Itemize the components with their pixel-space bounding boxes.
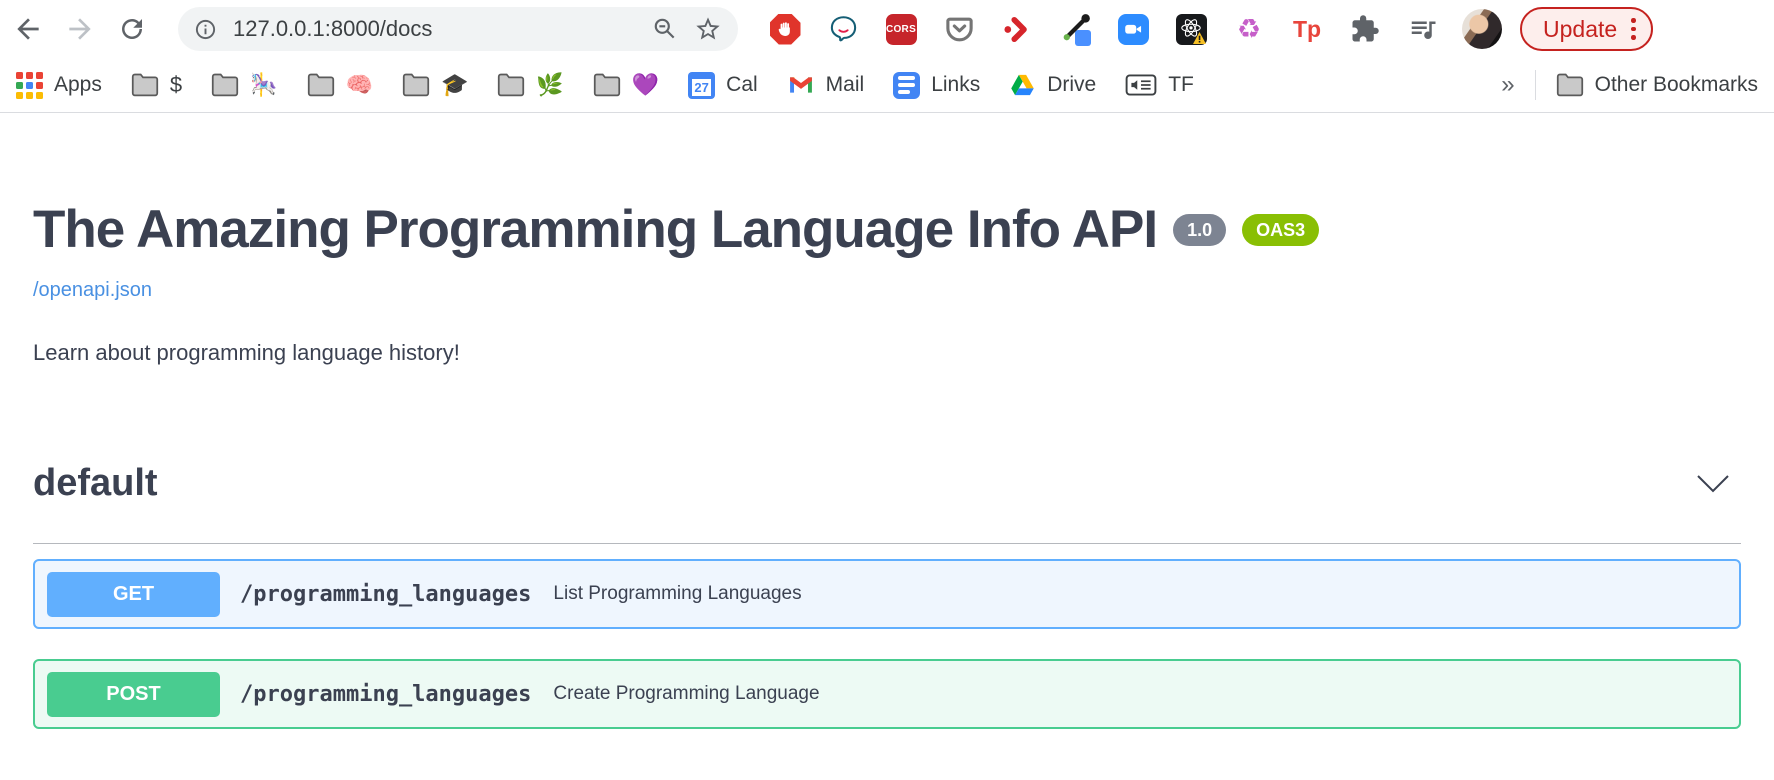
bookmark-label: Apps xyxy=(54,73,102,97)
links-list-icon xyxy=(893,72,920,99)
bookmark-label: $ xyxy=(170,74,182,96)
extensions-puzzle-icon[interactable] xyxy=(1348,12,1382,46)
openapi-json-link[interactable]: /openapi.json xyxy=(33,279,152,302)
get-method-badge: GET xyxy=(47,572,220,617)
apps-grid-icon xyxy=(16,72,43,99)
update-button[interactable]: Update xyxy=(1520,7,1653,51)
pocket-extension-icon[interactable] xyxy=(942,12,976,46)
oas3-badge: OAS3 xyxy=(1242,214,1319,246)
cors-extension-icon[interactable]: CORS xyxy=(884,12,918,46)
stop-hand-extension-icon[interactable] xyxy=(768,12,802,46)
api-description: Learn about programming language history… xyxy=(33,340,1741,366)
api-title-row: The Amazing Programming Language Info AP… xyxy=(33,201,1741,259)
bookmark-apps[interactable]: Apps xyxy=(16,72,102,99)
zoom-out-icon[interactable] xyxy=(652,16,678,42)
operation-summary: Create Programming Language xyxy=(553,683,819,705)
bookmark-drive[interactable]: Drive xyxy=(1009,73,1096,98)
tag-section-header[interactable]: default xyxy=(33,462,1741,544)
google-drive-icon xyxy=(1009,73,1036,98)
bookmark-folder-herb[interactable]: 🌿 xyxy=(497,73,563,97)
bookmark-label: 🧠 xyxy=(346,74,373,96)
bookmark-mail[interactable]: Mail xyxy=(787,73,865,97)
reload-icon xyxy=(117,14,147,44)
bookmark-label: Other Bookmarks xyxy=(1595,73,1758,97)
bookmark-label: 💜 xyxy=(632,74,659,96)
gmail-icon xyxy=(787,73,815,97)
api-title: The Amazing Programming Language Info AP… xyxy=(33,201,1157,259)
update-label: Update xyxy=(1543,16,1617,43)
extensions-row: CORS ♻ Tp xyxy=(768,12,1440,46)
url-text[interactable]: 127.0.0.1:8000/docs xyxy=(233,16,636,42)
tag-section: default GET /programming_languages List … xyxy=(33,462,1741,729)
bookmarks-overflow-chevron[interactable]: » xyxy=(1501,71,1514,99)
bookmark-links[interactable]: Links xyxy=(893,72,980,99)
folder-icon xyxy=(1556,73,1584,97)
react-devtools-extension-icon[interactable] xyxy=(1174,12,1208,46)
chat-bubble-extension-icon[interactable] xyxy=(826,12,860,46)
bookmark-label: 🎓 xyxy=(441,74,468,96)
address-bar[interactable]: 127.0.0.1:8000/docs xyxy=(178,7,738,51)
operation-summary: List Programming Languages xyxy=(553,583,801,605)
swagger-docs-page: The Amazing Programming Language Info AP… xyxy=(0,201,1774,729)
bookmark-folder-dollar[interactable]: $ xyxy=(131,73,182,97)
folder-icon xyxy=(307,73,335,97)
zoom-extension-icon[interactable] xyxy=(1116,12,1150,46)
browser-toolbar: 127.0.0.1:8000/docs CORS xyxy=(0,0,1774,58)
folder-icon xyxy=(211,73,239,97)
operation-get-row[interactable]: GET /programming_languages List Programm… xyxy=(33,559,1741,629)
bookmark-label: Drive xyxy=(1047,73,1096,97)
tag-name: default xyxy=(33,462,158,505)
tp-extension-icon[interactable]: Tp xyxy=(1290,12,1324,46)
bookmark-folder-brain[interactable]: 🧠 xyxy=(307,73,373,97)
forward-button[interactable] xyxy=(62,11,98,47)
forward-arrow-icon xyxy=(64,13,96,45)
bookmark-label: Mail xyxy=(826,73,865,97)
post-method-badge: POST xyxy=(47,672,220,717)
other-bookmarks[interactable]: Other Bookmarks xyxy=(1556,73,1758,97)
recycle-extension-icon[interactable]: ♻ xyxy=(1232,12,1266,46)
folder-icon xyxy=(593,73,621,97)
tf-card-icon xyxy=(1125,73,1157,97)
reload-button[interactable] xyxy=(114,11,150,47)
site-info-icon[interactable] xyxy=(194,18,217,41)
bookmark-calendar[interactable]: 27 Cal xyxy=(688,72,758,99)
bookmark-label: TF xyxy=(1168,73,1194,97)
chevron-down-icon[interactable] xyxy=(1695,474,1731,494)
folder-icon xyxy=(402,73,430,97)
bookmark-folder-grad-cap[interactable]: 🎓 xyxy=(402,73,468,97)
back-button[interactable] xyxy=(10,11,46,47)
media-playlist-icon[interactable] xyxy=(1406,12,1440,46)
bookmark-label: 🎠 xyxy=(250,74,277,96)
operation-path: /programming_languages xyxy=(240,582,531,607)
bookmark-folder-carousel[interactable]: 🎠 xyxy=(211,73,277,97)
bookmark-star-icon[interactable] xyxy=(694,15,722,43)
chrome-menu-kebab-icon[interactable] xyxy=(1631,18,1636,40)
bookmark-folder-purple-heart[interactable]: 💜 xyxy=(593,73,659,97)
color-picker-extension-icon[interactable] xyxy=(1058,12,1092,46)
redirect-arrow-extension-icon[interactable] xyxy=(1000,12,1034,46)
bookmark-label: Links xyxy=(931,73,980,97)
profile-avatar[interactable] xyxy=(1462,9,1502,49)
bookmark-tf[interactable]: TF xyxy=(1125,73,1194,97)
operation-path: /programming_languages xyxy=(240,682,531,707)
bookmarks-divider xyxy=(1535,70,1536,100)
bookmark-label: Cal xyxy=(726,73,758,97)
operation-post-row[interactable]: POST /programming_languages Create Progr… xyxy=(33,659,1741,729)
folder-icon xyxy=(131,73,159,97)
bookmark-label: 🌿 xyxy=(536,74,563,96)
bookmarks-bar: Apps $ 🎠 🧠 🎓 🌿 💜 27 Cal Mail xyxy=(0,58,1774,113)
folder-icon xyxy=(497,73,525,97)
version-badge: 1.0 xyxy=(1173,214,1226,246)
google-calendar-icon: 27 xyxy=(688,72,715,99)
back-arrow-icon xyxy=(12,13,44,45)
